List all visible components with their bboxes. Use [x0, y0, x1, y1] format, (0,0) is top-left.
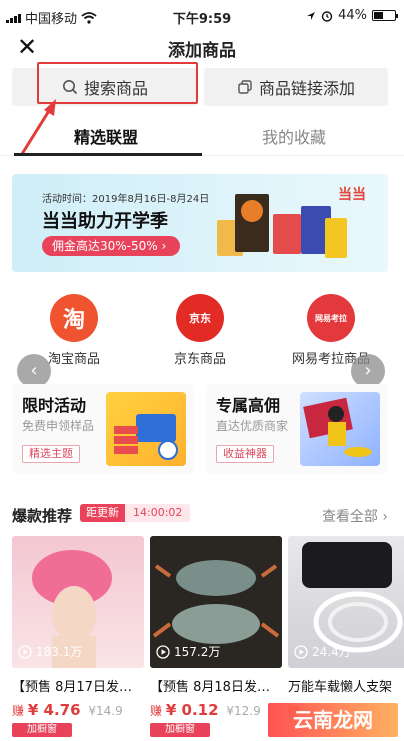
activity-illustration — [300, 392, 380, 466]
activity-subtitle: 直达优质商家 — [216, 419, 289, 433]
add-by-link-button[interactable]: 商品链接添加 — [204, 68, 388, 106]
product-card[interactable]: 24.4万 万能车载懒人支架 赚 — [288, 536, 404, 719]
battery-percent: 44% — [338, 8, 367, 23]
nav-header: ✕ 添加商品 — [0, 30, 404, 66]
countdown-label: 距更新 — [80, 504, 125, 522]
product-name: 【预售 8月18日发… — [150, 680, 270, 695]
views-count-text: 24.4万 — [312, 645, 351, 659]
views-count-text: 183.1万 — [36, 645, 83, 659]
view-all-link[interactable]: 查看全部 › — [322, 506, 388, 526]
status-right: 44% — [306, 8, 398, 23]
product-image[interactable]: 157.2万 — [150, 536, 282, 668]
person-coins-icon — [303, 397, 372, 457]
product-image[interactable]: 183.1万 — [12, 536, 144, 668]
jd-icon: 京东 — [176, 294, 224, 342]
site-watermark: 云南龙网 — [268, 703, 398, 737]
earn-label: 赚 — [12, 704, 25, 718]
tab-bar: 精选联盟 我的收藏 — [0, 112, 404, 156]
activity-title: 限时活动 — [22, 396, 87, 415]
play-icon — [294, 644, 308, 659]
product-price: 赚 ¥ 4.76 ¥14.9 — [12, 701, 144, 719]
activity-tag: 收益神器 — [216, 445, 274, 463]
activity-title: 专属高佣 — [216, 396, 281, 415]
banner-books-image — [217, 186, 347, 266]
kaola-icon: 网易考拉 — [307, 294, 355, 342]
taobao-icon: 淘 — [50, 294, 98, 342]
dangdang-logo: 当当 — [338, 187, 366, 203]
banner-headline: 当当助力开学季 — [42, 211, 168, 232]
platform-jd-label: 京东商品 — [173, 352, 226, 367]
add-to-window-button[interactable]: 加橱窗 — [150, 723, 210, 737]
views-count: 157.2万 — [156, 643, 220, 660]
hot-section-title: 爆款推荐 — [12, 507, 73, 525]
activity-illustration — [106, 392, 186, 466]
battery-icon — [372, 10, 398, 21]
banner-time: 活动时间：2019年8月16日-8月24日 — [42, 194, 210, 205]
commission-amount: ¥ 0.12 — [165, 701, 219, 719]
play-icon — [18, 644, 32, 659]
product-name: 【预售 8月17日发… — [12, 680, 132, 695]
activity-subtitle: 免费申领样品 — [22, 419, 95, 433]
location-icon — [307, 11, 316, 20]
views-count: 183.1万 — [18, 643, 82, 660]
tab-featured-alliance[interactable]: 精选联盟 — [74, 124, 138, 148]
product-card[interactable]: 157.2万 【预售 8月18日发… 赚 ¥ 0.12 ¥12.9 加橱窗 — [150, 536, 282, 737]
add-by-link-label: 商品链接添加 — [258, 79, 355, 98]
views-count: 24.4万 — [294, 643, 351, 660]
countdown-value: 14:00:02 — [125, 504, 191, 522]
status-bar: 中国移动 下午9:59 44% — [0, 0, 404, 30]
alarm-icon — [321, 10, 333, 22]
product-name: 万能车载懒人支架 — [288, 680, 393, 695]
product-image[interactable]: 24.4万 — [288, 536, 404, 668]
original-price: ¥14.9 — [88, 704, 123, 718]
banner-commission-pill[interactable]: 佣金高达30%-50% › — [42, 236, 181, 256]
product-price: 赚 ¥ 0.12 ¥12.9 — [150, 701, 282, 719]
countdown-badge: 距更新 14:00:02 — [80, 504, 191, 522]
activity-card-commission[interactable]: 专属高佣 直达优质商家 收益神器 — [206, 384, 388, 474]
play-icon — [156, 644, 170, 659]
page-title: 添加商品 — [168, 41, 236, 61]
add-to-window-button[interactable]: 加橱窗 — [12, 723, 72, 737]
activity-tag: 精选主题 — [22, 445, 80, 463]
tab-my-favorites[interactable]: 我的收藏 — [262, 124, 326, 148]
product-card[interactable]: 183.1万 【预售 8月17日发… 赚 ¥ 4.76 ¥14.9 加橱窗 — [12, 536, 144, 737]
original-price: ¥12.9 — [226, 704, 261, 718]
views-count-text: 157.2万 — [174, 645, 221, 659]
carousel-next-icon[interactable]: › — [351, 354, 385, 388]
annotation-highlight-box — [37, 62, 198, 104]
activity-card-limited[interactable]: 限时活动 免费申领样品 精选主题 — [12, 384, 194, 474]
copy-link-icon — [238, 80, 252, 94]
platform-jd[interactable]: 京东 京东商品 — [145, 294, 255, 367]
earn-label: 赚 — [150, 704, 163, 718]
carousel-prev-icon[interactable]: ‹ — [17, 354, 51, 388]
promo-banner[interactable]: 活动时间：2019年8月16日-8月24日 当当助力开学季 佣金高达30%-50… — [12, 174, 388, 272]
add-product-page: 中国移动 下午9:59 44% ✕ 添加商品 搜索商品 商品链接添加 精选联盟 … — [0, 0, 404, 741]
active-tab-indicator — [14, 153, 202, 156]
gift-money-icon — [114, 414, 178, 460]
commission-amount: ¥ 4.76 — [27, 701, 81, 719]
